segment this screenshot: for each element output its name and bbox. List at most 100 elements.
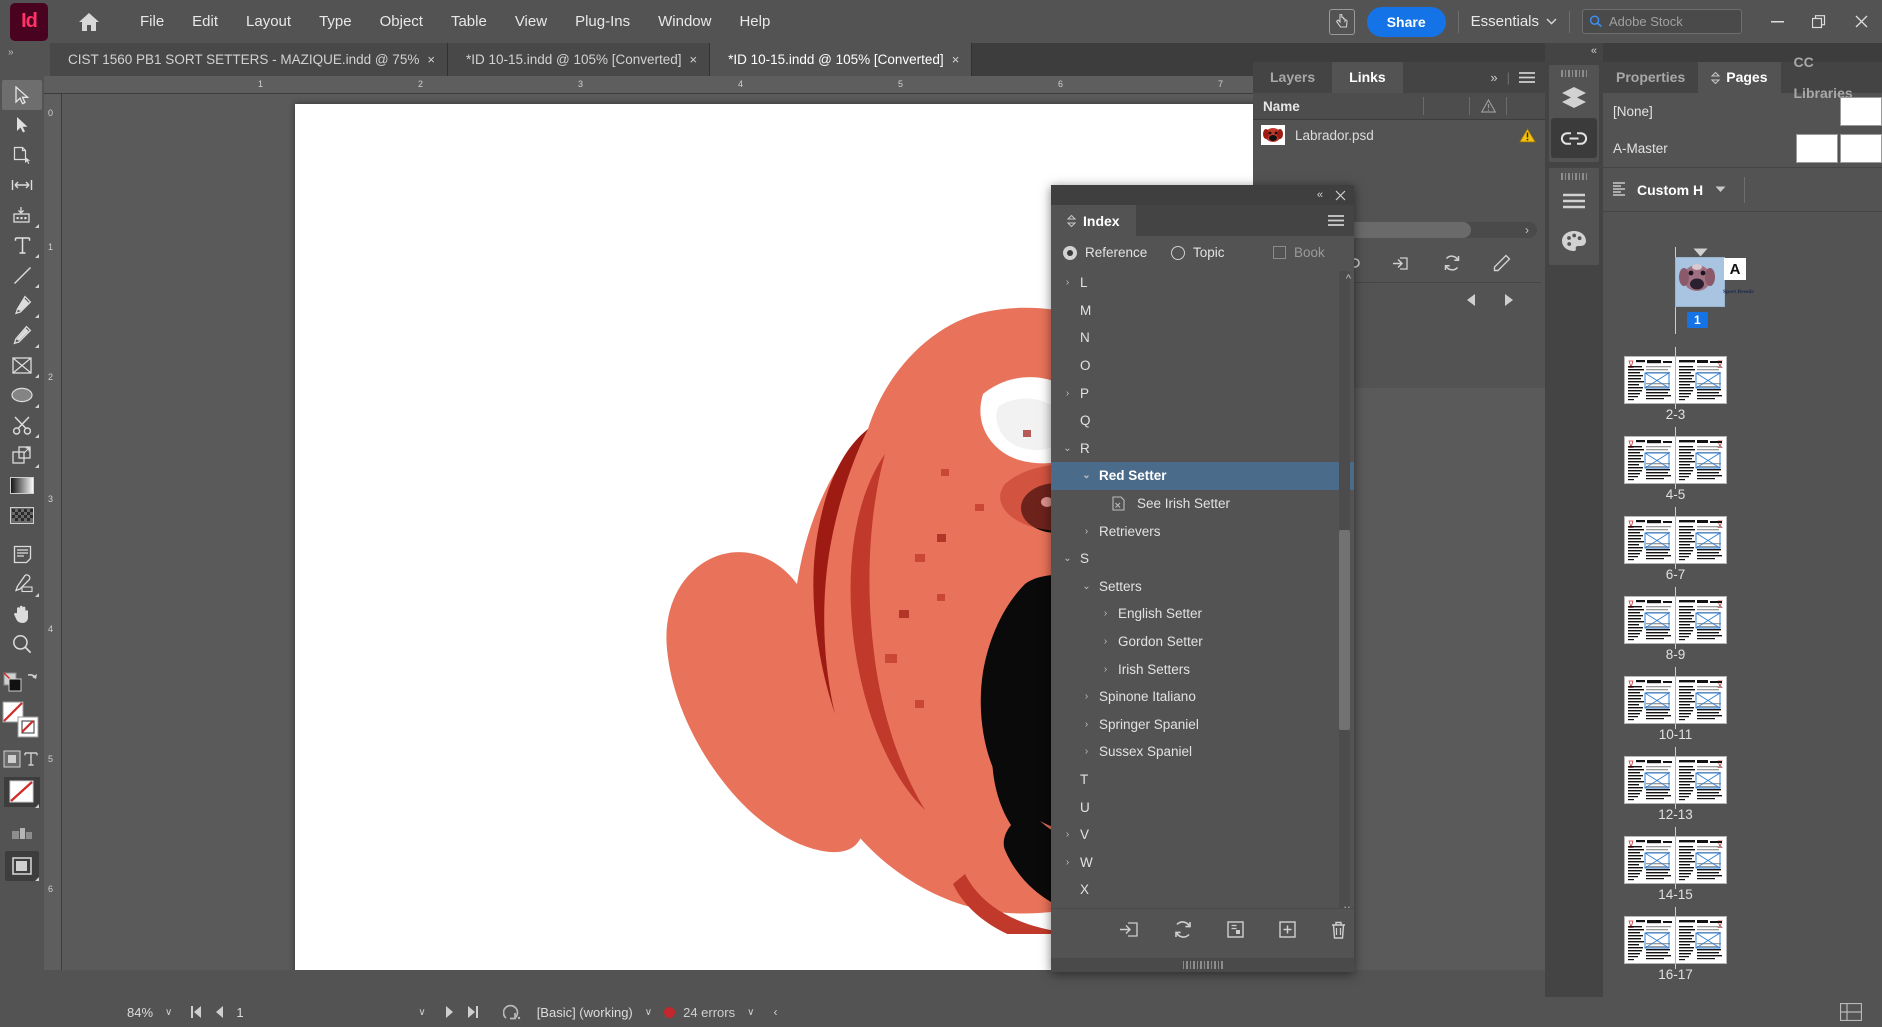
index-panel[interactable]: « Index Reference Topic Book (1051, 185, 1354, 972)
index-entry-row[interactable]: See Irish Setter (1051, 490, 1354, 518)
master-page-swatch-left[interactable] (1796, 134, 1838, 163)
link-row-labrador[interactable]: Labrador.psd (1253, 120, 1545, 150)
zoom-tool[interactable] (2, 629, 42, 659)
eyedropper-tool[interactable] (2, 569, 42, 599)
zoom-dropdown-icon[interactable]: ∨ (165, 1007, 172, 1018)
index-entry-row[interactable]: ›Sussex Spaniel (1051, 738, 1354, 766)
screen-mode-normal-icon[interactable] (2, 819, 42, 849)
index-entry-row[interactable]: T (1051, 766, 1354, 794)
index-entry-row[interactable]: X (1051, 876, 1354, 904)
index-entry-row[interactable]: ›P (1051, 379, 1354, 407)
preflight-next-icon[interactable]: ‹ (773, 1005, 777, 1019)
links-icon[interactable] (1551, 118, 1597, 158)
spread-page-left[interactable] (1625, 837, 1675, 883)
index-entry-row[interactable]: ›Irish Setters (1051, 655, 1354, 683)
zoom-level[interactable]: 84% (127, 1005, 153, 1020)
hand-tool[interactable] (2, 599, 42, 629)
close-icon[interactable]: × (690, 52, 698, 67)
ellipse-tool[interactable] (2, 380, 42, 410)
page-spread[interactable]: 16-17 (1603, 907, 1882, 987)
first-page-icon[interactable] (191, 1006, 202, 1018)
refresh-link-icon[interactable] (1443, 254, 1461, 272)
tab-index[interactable]: Index (1051, 205, 1136, 236)
apply-none-icon[interactable] (2, 774, 42, 810)
adobe-stock-search[interactable]: Adobe Stock (1582, 9, 1742, 34)
preview-mode-icon[interactable] (1840, 1003, 1862, 1021)
panel-menu-icon[interactable] (1328, 215, 1354, 227)
radio-topic[interactable]: Topic (1171, 245, 1273, 260)
chevron-right-icon[interactable]: › (1061, 857, 1074, 868)
gradient-swatch-tool[interactable] (2, 470, 42, 500)
spread-page-left[interactable] (1625, 677, 1675, 723)
error-dropdown-icon[interactable]: ∨ (747, 1007, 754, 1018)
radio-reference[interactable]: Reference (1063, 245, 1171, 260)
warning-icon[interactable] (1509, 128, 1545, 143)
close-icon[interactable]: × (952, 52, 960, 67)
spread-page-right[interactable] (1676, 677, 1726, 723)
fill-stroke-color-icon[interactable] (2, 698, 42, 744)
menu-help[interactable]: Help (725, 0, 784, 43)
prev-link-icon[interactable] (1465, 293, 1477, 307)
page-1-number[interactable]: 1 (1687, 311, 1708, 329)
tab-links[interactable]: Links (1332, 62, 1403, 93)
delete-entry-icon[interactable] (1330, 920, 1347, 940)
chevron-right-icon[interactable]: › (1061, 277, 1074, 288)
scroll-up-icon[interactable]: ^ (1346, 273, 1351, 285)
menu-window[interactable]: Window (644, 0, 725, 43)
generate-index-icon[interactable] (1119, 920, 1140, 939)
spread-page-right[interactable] (1676, 517, 1726, 563)
index-panel-resize-grip[interactable] (1051, 958, 1354, 972)
double-chevron-icon[interactable]: » (1490, 70, 1497, 85)
spread-page-right[interactable] (1676, 757, 1726, 803)
dock-grip[interactable] (1549, 69, 1599, 78)
share-button[interactable]: Share (1367, 7, 1446, 37)
search-input[interactable]: Adobe Stock (1609, 14, 1683, 29)
document-tab-2[interactable]: *ID 10-15.indd @ 105% [Converted] × (448, 43, 710, 76)
scissors-tool[interactable] (2, 410, 42, 440)
menu-view[interactable]: View (501, 0, 561, 43)
spread-page-right[interactable] (1676, 837, 1726, 883)
spread-page-left[interactable] (1625, 357, 1675, 403)
tab-layers[interactable]: Layers (1253, 62, 1332, 93)
index-panel-dragbar[interactable]: « (1051, 185, 1354, 205)
spread-page-right[interactable] (1676, 357, 1726, 403)
update-link-icon[interactable] (1392, 255, 1411, 272)
master-row-a-master[interactable]: A-Master (1603, 130, 1882, 167)
index-entry-row[interactable]: ›Retrievers (1051, 517, 1354, 545)
close-icon[interactable] (1840, 0, 1882, 43)
collapse-icon[interactable]: « (1317, 189, 1323, 201)
edit-original-icon[interactable] (1493, 254, 1511, 272)
document-status-icon[interactable] (503, 1004, 523, 1021)
master-row-none[interactable]: [None] (1603, 93, 1882, 130)
selection-tool[interactable] (2, 80, 42, 110)
page-dropdown-icon[interactable]: ∨ (418, 1007, 425, 1018)
document-tab-1[interactable]: CIST 1560 PB1 SORT SETTERS - MAZIQUE.ind… (50, 43, 448, 76)
gap-tool[interactable] (2, 170, 42, 200)
page-spread[interactable]: 2-3 (1603, 347, 1882, 427)
spread-page-right[interactable] (1676, 437, 1726, 483)
page-1-preview[interactable] (1676, 258, 1724, 306)
chevron-right-icon[interactable]: › (1080, 526, 1093, 537)
line-tool[interactable] (2, 260, 42, 290)
close-icon[interactable]: × (427, 52, 435, 67)
restore-icon[interactable] (1798, 0, 1840, 43)
chevron-right-icon[interactable]: › (1099, 664, 1112, 675)
formatting-affects-container-icon[interactable] (2, 744, 42, 774)
chevron-right-icon[interactable]: › (1080, 746, 1093, 757)
page-spread[interactable]: 12-13 (1603, 747, 1882, 827)
tab-pages[interactable]: Pages (1698, 62, 1780, 93)
home-icon[interactable] (68, 0, 110, 43)
chevron-right-icon[interactable]: › (1099, 608, 1112, 619)
chevron-right-icon[interactable]: › (1080, 691, 1093, 702)
page-spread[interactable]: 4-5 (1603, 427, 1882, 507)
free-transform-tool[interactable] (2, 440, 42, 470)
swatches-icon[interactable] (1551, 221, 1597, 261)
note-tool[interactable] (2, 539, 42, 569)
spread-page-left[interactable] (1625, 757, 1675, 803)
next-link-icon[interactable] (1503, 293, 1515, 307)
chevron-down-icon[interactable]: ⌄ (1061, 443, 1074, 454)
close-icon[interactable] (1335, 190, 1346, 201)
index-entry-row[interactable]: ›L (1051, 269, 1354, 297)
screen-mode-preview-icon[interactable] (2, 849, 42, 883)
spread-page-right[interactable] (1676, 597, 1726, 643)
